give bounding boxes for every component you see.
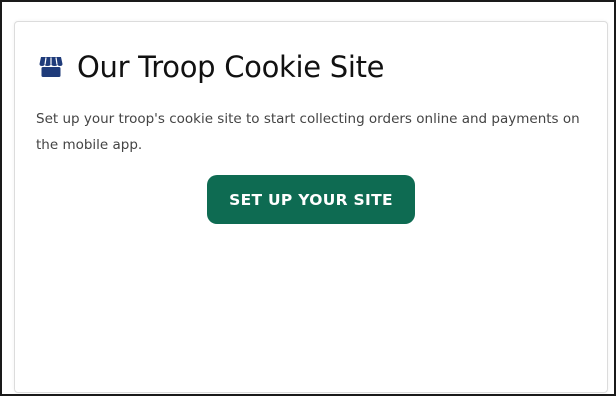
cookie-site-card: Our Troop Cookie Site Set up your troop'… bbox=[14, 21, 608, 393]
page-frame: Our Troop Cookie Site Set up your troop'… bbox=[0, 0, 616, 396]
card-description: Set up your troop's cookie site to start… bbox=[36, 111, 580, 153]
set-up-site-button[interactable]: SET UP YOUR SITE bbox=[207, 175, 415, 224]
card-header: Our Troop Cookie Site bbox=[39, 50, 385, 84]
store-icon bbox=[39, 56, 63, 78]
card-title: Our Troop Cookie Site bbox=[77, 50, 385, 84]
